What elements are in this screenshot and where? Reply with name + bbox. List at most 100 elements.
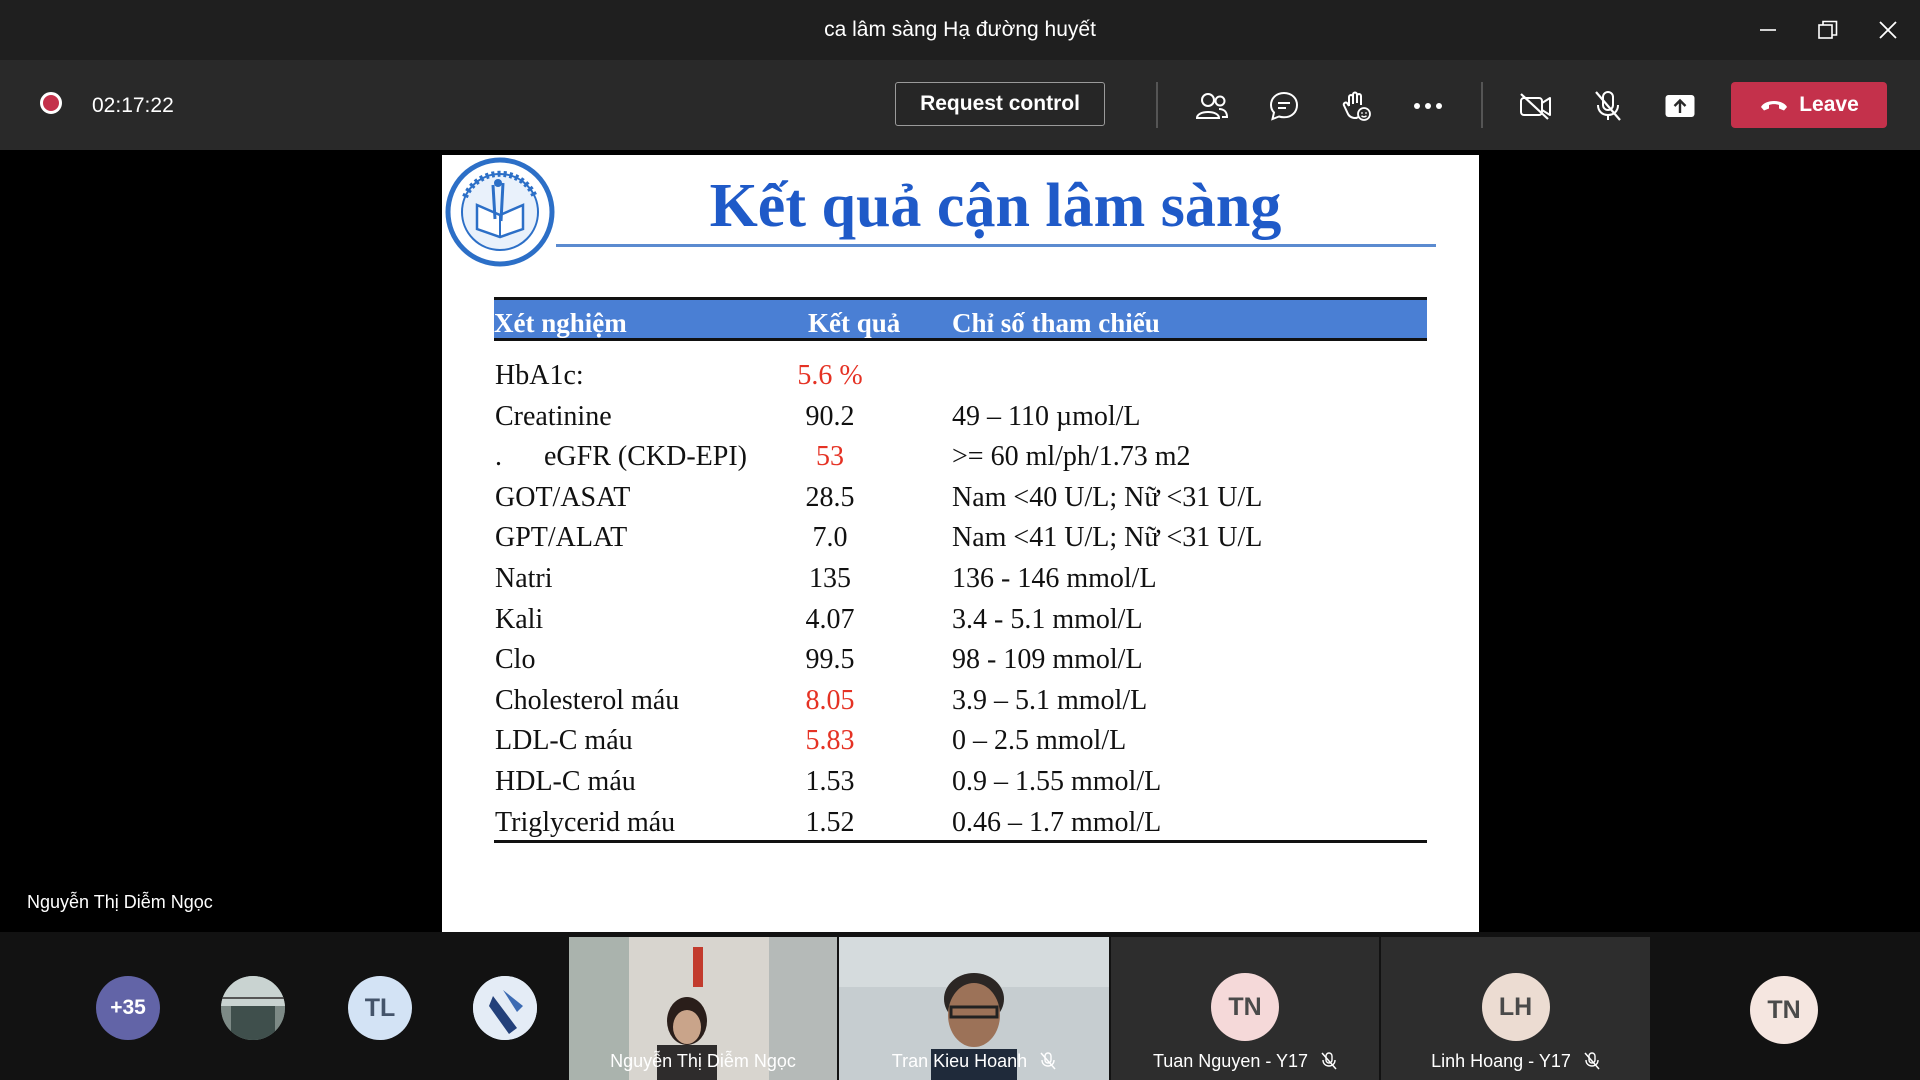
participants-icon [1195,93,1229,119]
test-name: LDL-C máu [495,725,633,757]
header-result: Kết quả [808,308,901,338]
table-row: GPT/ALAT 7.0 Nam <41 U/L; Nữ <31 U/L [442,522,1479,562]
mic-off-icon [1595,91,1621,121]
test-name: HbA1c: [495,360,584,391]
test-name: GPT/ALAT [495,522,628,554]
restore-icon [1818,20,1838,39]
hang-up-icon [1761,101,1788,111]
share-screen-icon [1665,95,1695,117]
tile-name: Nguyễn Thị Diễm Ngọc [610,1051,796,1071]
camera-off-icon [1520,93,1551,120]
participant-avatar-photo[interactable] [473,976,537,1040]
more-options-button[interactable] [1406,84,1450,128]
reference-range: Nam <41 U/L; Nữ <31 U/L [952,522,1263,554]
test-result: 99.5 [805,644,855,676]
participant-avatar-photo[interactable] [221,976,285,1040]
participant-initials: LH [1481,973,1550,1041]
test-name: Kali [495,603,544,635]
title-underline [556,244,1436,247]
participant-avatar-tl[interactable]: TL [348,976,412,1040]
reference-range: 0.9 – 1.55 mmol/L [952,766,1162,797]
table-row: LDL-C máu 5.83 0 – 2.5 mmol/L [442,725,1479,765]
reference-range: 0 – 2.5 mmol/L [952,725,1127,757]
participant-photo-icon [221,976,285,1040]
tile-name-text: Tran Kieu Hoanh [891,1051,1028,1071]
reference-range: 3.9 – 5.1 mmol/L [952,684,1148,716]
reactions-button[interactable] [1334,84,1378,128]
results-table-header: Xét nghiệm Kết quả Chỉ số tham chiếu [494,297,1427,341]
meeting-timer: 02:17:22 [92,94,174,117]
mic-off-icon [1584,1052,1600,1070]
participant-tile-video[interactable]: Tran Kieu Hoanh [839,937,1109,1080]
test-result: 135 [809,563,851,594]
mic-toggle-button[interactable] [1586,84,1630,128]
test-name: . eGFR (CKD-EPI) [495,441,747,473]
minimize-button[interactable] [1748,14,1788,46]
more-options-icon [1414,103,1442,109]
restore-button[interactable] [1808,14,1848,46]
table-row: Kali 4.07 3.4 - 5.1 mmol/L [442,604,1479,644]
close-icon [1879,21,1897,39]
table-row: Creatinine 90.2 49 – 110 µmol/L [442,401,1479,441]
table-row: Clo 99.5 98 - 109 mmol/L [442,644,1479,684]
participant-tile-video[interactable]: Nguyễn Thị Diễm Ngọc [569,937,837,1080]
test-result: 4.07 [805,603,855,635]
leave-button[interactable]: Leave [1731,82,1887,128]
shared-slide: Kết quả cận lâm sàng Xét nghiệm Kết quả … [442,155,1479,932]
tile-name: Linh Hoang - Y17 [1381,1051,1650,1072]
table-row: Cholesterol máu 8.05 3.9 – 5.1 mmol/L [442,685,1479,725]
more-participants-button[interactable]: +35 [96,976,160,1040]
test-name: HDL-C máu [495,766,636,797]
participant-tile[interactable]: LH Linh Hoang - Y17 [1381,937,1650,1080]
reference-range: 3.4 - 5.1 mmol/L [952,603,1143,635]
participant-avatar-tn[interactable]: TN [1750,976,1818,1044]
test-result: 28.5 [805,481,855,513]
close-button[interactable] [1868,14,1908,46]
participants-button[interactable] [1190,84,1234,128]
test-result: 90.2 [805,400,855,432]
reference-range: Nam <40 U/L; Nữ <31 U/L [952,481,1263,513]
presenter-name: Nguyễn Thị Diễm Ngọc [27,892,213,912]
reference-range: 49 – 110 µmol/L [952,400,1141,432]
tile-name-text: Linh Hoang - Y17 [1431,1051,1571,1071]
test-name: Creatinine [495,400,612,432]
raise-hand-icon [1342,91,1371,121]
header-reference: Chỉ số tham chiếu [952,308,1160,338]
participant-tile[interactable]: TN Tuan Nguyen - Y17 [1111,937,1379,1080]
test-result: 7.0 [812,522,848,554]
test-result: 5.83 [805,725,855,757]
chat-icon [1269,91,1299,121]
table-row: GOT/ASAT 28.5 Nam <40 U/L; Nữ <31 U/L [442,482,1479,522]
table-row: Natri 135 136 - 146 mmol/L [442,563,1479,603]
leave-label: Leave [1799,93,1859,116]
request-control-button[interactable]: Request control [895,82,1105,126]
mic-off-icon [1321,1052,1337,1070]
recording-indicator-icon [40,92,62,114]
slide-title: Kết quả cận lâm sàng [709,172,1282,240]
table-row: HDL-C máu 1.53 0.9 – 1.55 mmol/L [442,766,1479,806]
tile-name: Tuan Nguyen - Y17 [1111,1051,1379,1072]
test-name: Natri [495,563,553,594]
tile-name-text: Tuan Nguyen - Y17 [1152,1051,1309,1071]
minimize-icon [1760,29,1776,31]
table-row: . eGFR (CKD-EPI) 53 >= 60 ml/ph/1.73 m2 [442,441,1479,481]
camera-toggle-button[interactable] [1514,84,1558,128]
test-result: 53 [816,441,844,473]
toolbar-divider [1481,82,1483,128]
reference-range: 0.46 – 1.7 mmol/L [952,806,1162,838]
reference-range: >= 60 ml/ph/1.73 m2 [952,441,1191,473]
mic-off-icon [1040,1052,1056,1070]
chat-button[interactable] [1262,84,1306,128]
share-screen-button[interactable] [1658,84,1702,128]
test-result: 5.6 % [797,360,863,391]
reference-range: 136 - 146 mmol/L [952,563,1157,594]
reference-range: 98 - 109 mmol/L [952,644,1143,676]
table-row: HbA1c: 5.6 % [442,360,1479,400]
test-result: 1.53 [805,766,855,797]
test-result: 1.52 [805,806,855,838]
test-result: 8.05 [805,684,855,716]
table-bottom-rule [494,840,1427,843]
tile-name: Tran Kieu Hoanh [839,1051,1109,1072]
participant-initials: TN [1211,973,1279,1041]
test-name: Cholesterol máu [495,684,680,716]
